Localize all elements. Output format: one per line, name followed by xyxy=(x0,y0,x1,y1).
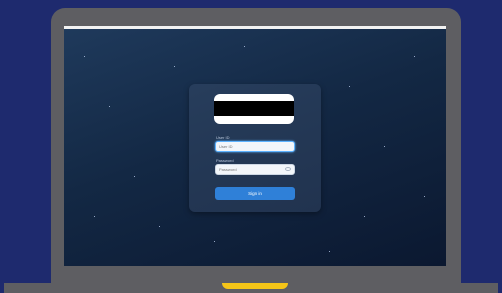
password-input[interactable] xyxy=(215,164,295,175)
star xyxy=(414,56,415,57)
star xyxy=(424,196,425,197)
logo-redaction-bar xyxy=(214,101,294,116)
star xyxy=(134,176,135,177)
logo xyxy=(214,94,294,124)
signin-button[interactable]: Sign in xyxy=(215,187,295,200)
star xyxy=(244,46,245,47)
show-password-icon[interactable] xyxy=(285,167,291,171)
star xyxy=(329,251,330,252)
star xyxy=(109,106,110,107)
userid-label: User ID xyxy=(216,135,230,140)
userid-input[interactable] xyxy=(215,141,295,152)
laptop-screen: User ID Password Sign in xyxy=(64,26,446,266)
star xyxy=(159,226,160,227)
star xyxy=(384,146,385,147)
password-label: Password xyxy=(216,158,234,163)
login-card: User ID Password Sign in xyxy=(189,84,321,212)
star xyxy=(349,86,350,87)
star xyxy=(364,216,365,217)
star xyxy=(174,66,175,67)
star xyxy=(94,216,95,217)
browser-top-bar xyxy=(64,26,446,29)
laptop-notch xyxy=(222,283,288,289)
star xyxy=(214,241,215,242)
star xyxy=(84,56,85,57)
